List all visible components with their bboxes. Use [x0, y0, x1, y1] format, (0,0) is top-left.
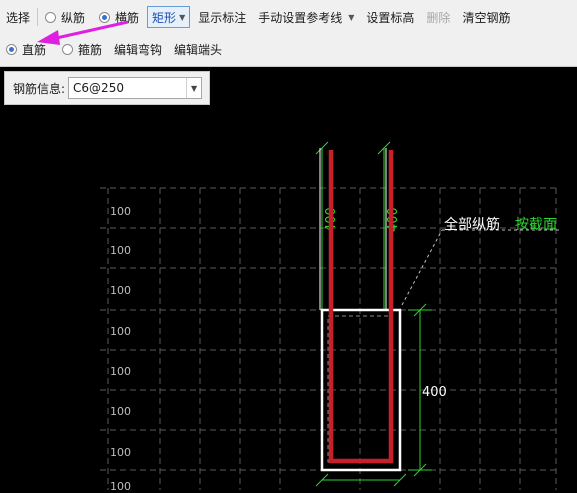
radio-icon	[45, 11, 57, 23]
toolbar-row-1: 选择 纵筋 横筋 矩形 ▼ 显示标注 手动设置参考线 ▼ 设置标高 删除 清空钢…	[0, 2, 514, 32]
shape-dropdown[interactable]: 矩形 ▼	[147, 6, 191, 28]
drawing-canvas[interactable]: 100 100 100 100 100 100 100 100 400 400	[0, 67, 577, 493]
show-dimension-label: 显示标注	[198, 10, 247, 25]
edit-end-button[interactable]: 编辑端头	[170, 38, 226, 60]
stirrup-label: 箍筋	[78, 42, 103, 57]
manual-ref-line-label: 手动设置参考线	[258, 10, 343, 25]
clear-rebar-button[interactable]: 清空钢筋	[458, 6, 514, 28]
grid-label: 100	[110, 365, 131, 378]
grid-label: 100	[110, 244, 131, 257]
stirrup-radio[interactable]: 箍筋	[58, 38, 106, 60]
grid-label: 100	[110, 405, 131, 418]
grid-labels: 100 100 100 100 100 100 100 100	[110, 205, 131, 493]
straight-radio[interactable]: 直筋	[0, 38, 50, 60]
dim-label-side: 400	[422, 385, 447, 400]
transverse-radio[interactable]: 横筋	[95, 6, 143, 28]
rebar-info-panel: 钢筋信息: C6@250 ▼	[4, 71, 210, 105]
dropdown-caret-icon: ▼	[179, 12, 186, 22]
edit-hook-button[interactable]: 编辑弯钩	[110, 38, 166, 60]
toolbar: 选择 纵筋 横筋 矩形 ▼ 显示标注 手动设置参考线 ▼ 设置标高 删除 清空钢…	[0, 0, 577, 67]
rebar-info-value: C6@250	[73, 81, 124, 95]
delete-button[interactable]: 删除	[422, 6, 454, 28]
rebar-info-select[interactable]: C6@250 ▼	[68, 77, 203, 99]
grid-label: 100	[110, 325, 131, 338]
grid-label: 100	[110, 446, 131, 459]
straight-label: 直筋	[22, 42, 47, 57]
canvas-svg: 100 100 100 100 100 100 100 100 400 400	[100, 141, 560, 493]
radio-icon	[6, 43, 17, 55]
dropdown-caret-icon[interactable]: ▼	[186, 78, 201, 98]
grid-label: 100	[110, 205, 131, 218]
delete-label: 删除	[426, 10, 451, 25]
rebar-info-label: 钢筋信息:	[13, 81, 66, 96]
annotation-mode[interactable]: 按截面	[515, 217, 557, 233]
edit-end-label: 编辑端头	[174, 42, 223, 57]
grid-label: 100	[110, 284, 131, 297]
set-elevation-label: 设置标高	[366, 10, 415, 25]
annotation-main[interactable]: 全部纵筋	[444, 216, 500, 233]
set-elevation-button[interactable]: 设置标高	[362, 6, 418, 28]
u-shaped-rebar	[328, 150, 394, 464]
shape-label: 矩形	[152, 10, 177, 25]
transverse-label: 横筋	[115, 10, 140, 25]
separator	[37, 8, 39, 26]
dim-label-right: 400	[386, 207, 401, 232]
edit-hook-label: 编辑弯钩	[114, 42, 163, 57]
dropdown-caret-icon: ▼	[348, 12, 355, 22]
grid-label: 100	[110, 480, 131, 490]
radio-icon	[99, 11, 111, 23]
select-button[interactable]: 选择	[0, 6, 34, 28]
manual-ref-line-dropdown[interactable]: 手动设置参考线 ▼	[254, 6, 358, 28]
dimension-lines	[315, 141, 432, 487]
longitudinal-label: 纵筋	[61, 10, 86, 25]
leader-line	[401, 229, 443, 306]
longitudinal-radio[interactable]: 纵筋	[41, 6, 89, 28]
toolbar-row-2: 直筋 箍筋 编辑弯钩 编辑端头	[0, 34, 226, 64]
show-dimension-button[interactable]: 显示标注	[194, 6, 250, 28]
radio-icon	[62, 43, 74, 55]
clear-rebar-label: 清空钢筋	[462, 10, 511, 25]
select-label: 选择	[6, 10, 31, 25]
